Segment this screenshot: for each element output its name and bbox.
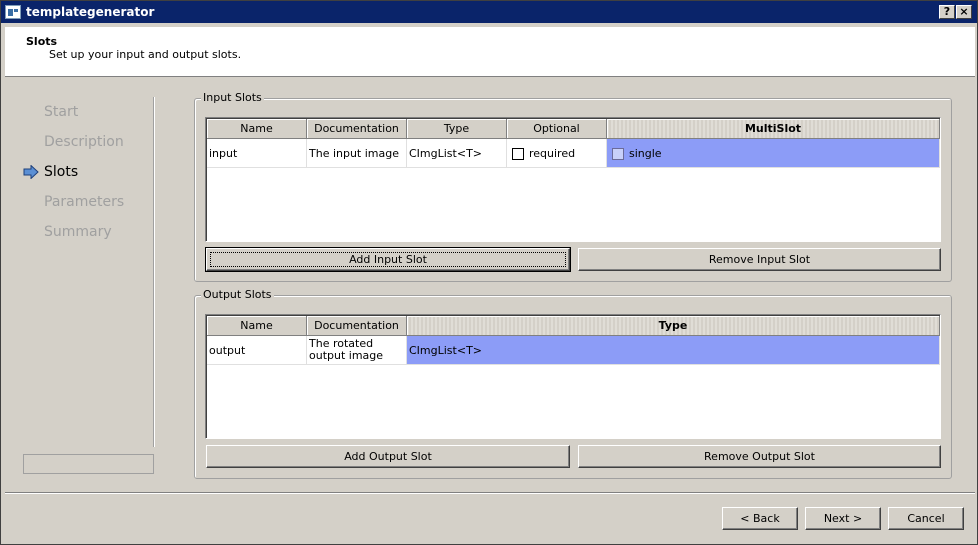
page-header: Slots Set up your input and output slots… [5,27,975,77]
output-slots-table[interactable]: Name Documentation Type output The rotat… [205,314,941,439]
add-output-slot-button[interactable]: Add Output Slot [206,445,570,468]
cell-documentation[interactable]: The rotated output image [307,336,407,365]
column-header-optional[interactable]: Optional [507,119,607,139]
arrow-right-icon [23,165,39,179]
column-header-type[interactable]: Type [407,119,507,139]
next-button[interactable]: Next > [805,507,881,530]
remove-input-slot-button[interactable]: Remove Input Slot [578,248,941,271]
column-header-name[interactable]: Name [207,316,307,336]
nav-item-slots: Slots [44,164,79,180]
nav-divider [153,97,155,447]
column-header-name[interactable]: Name [207,119,307,139]
column-header-multislot[interactable]: MultiSlot [607,119,940,139]
cell-type[interactable]: CImgList<T> [407,336,940,365]
nav-item-parameters: Parameters [44,194,125,210]
column-header-documentation[interactable]: Documentation [307,316,407,336]
cell-documentation[interactable]: The input image [307,139,407,168]
cell-optional[interactable]: required [507,139,607,168]
single-label: single [629,147,662,160]
wizard-window: templategenerator ? × Slots Set up your … [0,0,978,545]
input-slots-table[interactable]: Name Documentation Type Optional MultiSl… [205,117,941,242]
page-subtitle: Set up your input and output slots. [49,48,242,61]
nav-progress-box [23,454,154,474]
page-title: Slots [26,35,58,48]
output-slots-title: Output Slots [201,288,274,301]
cell-type[interactable]: CImgList<T> [407,139,507,168]
nav-item-summary: Summary [44,224,112,240]
footer-separator [5,492,975,494]
column-header-type[interactable]: Type [407,316,940,336]
column-header-documentation[interactable]: Documentation [307,119,407,139]
nav-item-start: Start [44,104,79,120]
title-bar[interactable]: templategenerator ? × [1,1,977,23]
cell-name[interactable]: output [207,336,307,365]
cell-name[interactable]: input [207,139,307,168]
back-button[interactable]: < Back [722,507,798,530]
required-label: required [529,147,576,160]
close-button[interactable]: × [956,5,972,19]
remove-output-slot-button[interactable]: Remove Output Slot [578,445,941,468]
single-checkbox[interactable] [612,148,624,160]
add-input-slot-button[interactable]: Add Input Slot [205,247,571,272]
cancel-button[interactable]: Cancel [888,507,964,530]
help-button[interactable]: ? [939,5,955,19]
required-checkbox[interactable] [512,148,524,160]
nav-item-description: Description [44,134,124,150]
input-slots-title: Input Slots [201,91,264,104]
cell-multislot[interactable]: single [607,139,940,168]
app-icon [5,5,21,19]
window-title: templategenerator [26,5,155,19]
